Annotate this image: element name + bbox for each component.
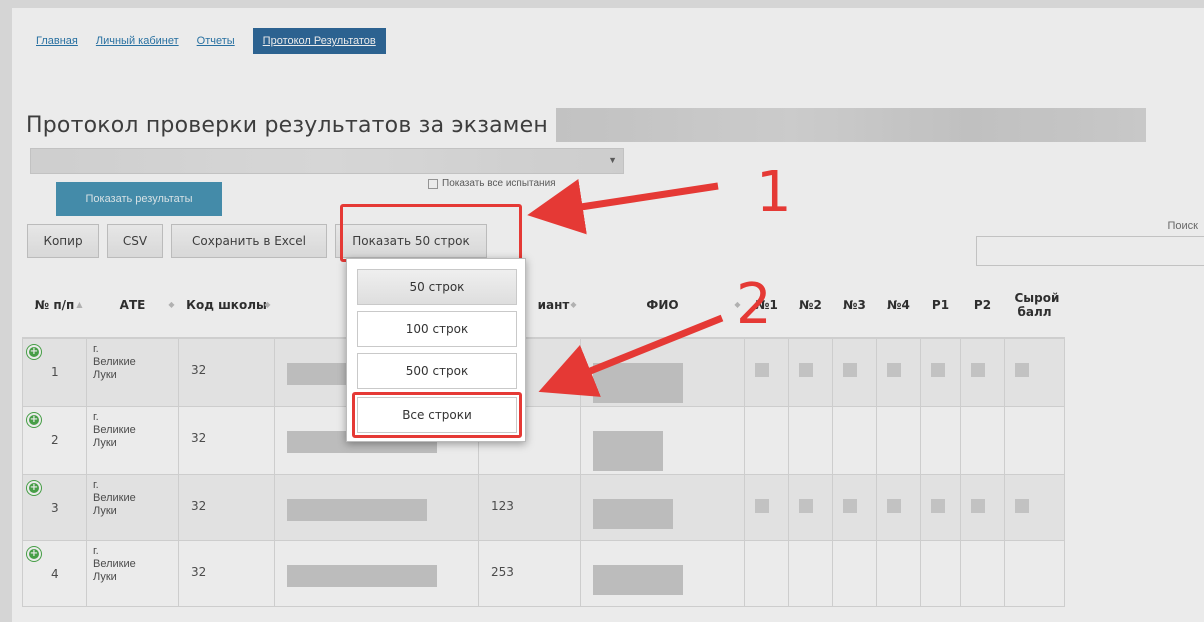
- annotation-arrows: [527, 179, 724, 397]
- arrow-step1: [527, 179, 719, 235]
- step-number-2: 2: [736, 272, 772, 337]
- arrow-step2: [538, 314, 724, 397]
- step-number-1: 1: [756, 160, 792, 225]
- page: Главная Личный кабинет Отчеты Протокол Р…: [0, 0, 1204, 622]
